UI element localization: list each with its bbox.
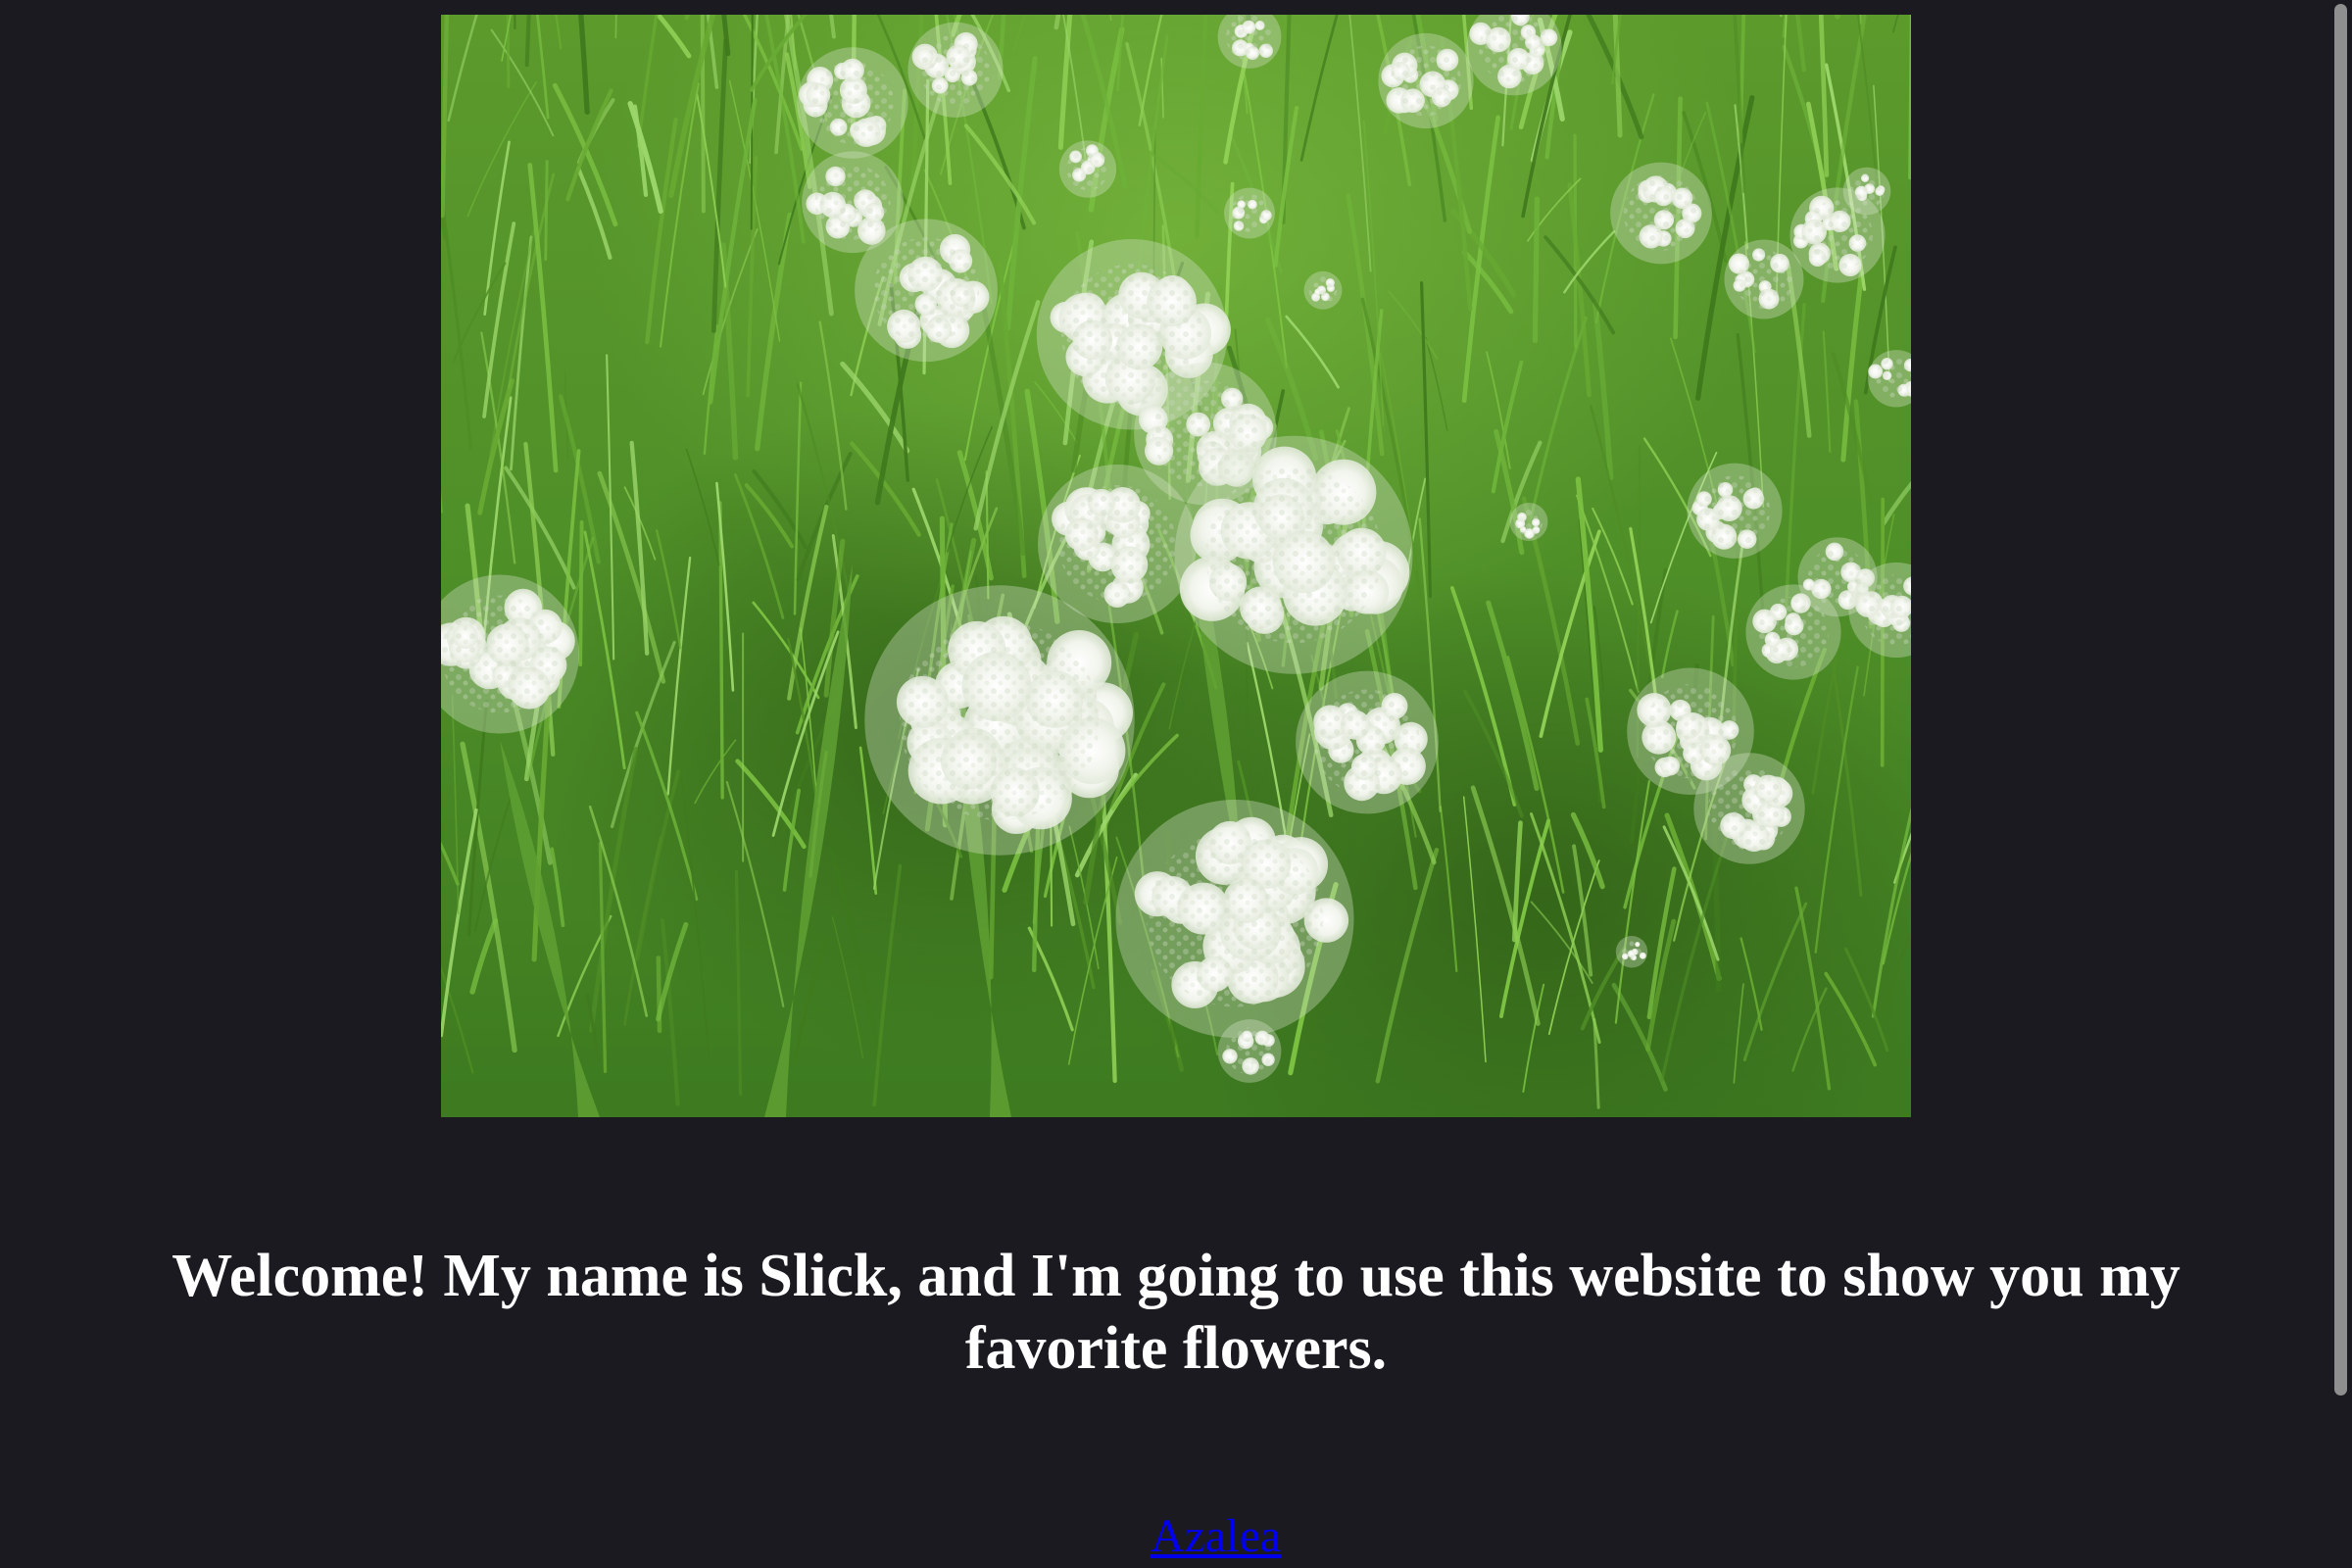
azalea-link[interactable]: Azalea — [1151, 1509, 1281, 1563]
scrollbar[interactable] — [2330, 0, 2352, 1568]
welcome-line-1: Welcome! My name is Slick, and I'm going… — [172, 1243, 2180, 1309]
welcome-heading: Welcome! My name is Slick, and I'm going… — [0, 1240, 2352, 1385]
hero-flower-photo — [441, 15, 1911, 1117]
welcome-line-2: favorite flowers. — [964, 1315, 1388, 1382]
scrollbar-thumb[interactable] — [2334, 4, 2347, 1396]
